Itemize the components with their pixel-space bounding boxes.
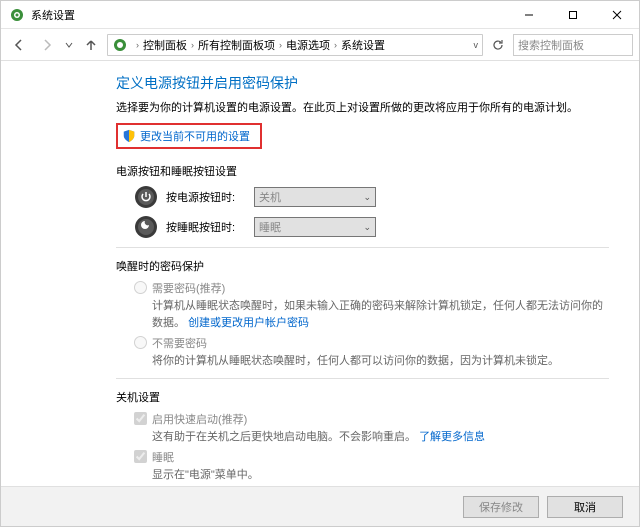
change-unavailable-settings-link[interactable]: 更改当前不可用的设置: [140, 128, 250, 144]
chevron-right-icon: ›: [191, 40, 194, 50]
app-icon: [9, 7, 25, 23]
power-button-row: 按电源按钮时: 关机 ⌄: [134, 185, 609, 209]
sleep-button-row: 按睡眠按钮时: 睡眠 ⌄: [134, 215, 609, 239]
forward-button[interactable]: [35, 33, 59, 57]
footer: 保存修改 取消: [1, 486, 639, 526]
sleep-icon: [134, 215, 158, 239]
back-button[interactable]: [7, 33, 31, 57]
sleep-subtext: 显示在"电源"菜单中。: [152, 467, 609, 484]
create-change-password-link[interactable]: 创建或更改用户帐户密码: [188, 317, 309, 329]
require-password-radio-row: 需要密码(推荐): [134, 280, 609, 296]
section-shutdown-title: 关机设置: [116, 389, 609, 405]
sleep-check-row: 睡眠: [134, 449, 609, 465]
close-button[interactable]: [595, 1, 639, 29]
sleep-checkbox: [134, 450, 147, 463]
search-input[interactable]: 搜索控制面板: [513, 34, 633, 56]
admin-link-highlight: 更改当前不可用的设置: [116, 123, 262, 149]
no-password-label: 不需要密码: [152, 335, 207, 351]
require-password-label: 需要密码(推荐): [152, 280, 225, 296]
power-button-value: 关机: [259, 189, 281, 205]
power-button-label: 按电源按钮时:: [166, 189, 246, 205]
breadcrumb-seg[interactable]: 系统设置: [341, 37, 385, 53]
sleep-button-dropdown: 睡眠 ⌄: [254, 217, 376, 237]
save-button: 保存修改: [463, 496, 539, 518]
chevron-right-icon: ›: [279, 40, 282, 50]
divider: [116, 247, 609, 248]
window-title: 系统设置: [31, 7, 507, 23]
fastboot-subtext: 这有助于在关机之后更快地启动电脑。不会影响重启。 了解更多信息: [152, 429, 609, 446]
require-password-subtext: 计算机从睡眠状态唤醒时，如果未输入正确的密码来解除计算机锁定，任何人都无法访问你…: [152, 298, 609, 331]
sleep-button-label: 按睡眠按钮时:: [166, 219, 246, 235]
require-password-radio: [134, 281, 147, 294]
window: 系统设置 › 控制面板 › 所有控制面板项 › 电源选项 › 系统设置 v 搜索…: [0, 0, 640, 527]
fastboot-checkbox: [134, 412, 147, 425]
breadcrumb-icon: [112, 37, 128, 53]
recent-dropdown-icon[interactable]: [63, 33, 75, 57]
navbar: › 控制面板 › 所有控制面板项 › 电源选项 › 系统设置 v 搜索控制面板: [1, 29, 639, 61]
fastboot-check-row: 启用快速启动(推荐): [134, 411, 609, 427]
breadcrumb-seg[interactable]: 所有控制面板项: [198, 37, 275, 53]
page-heading: 定义电源按钮并启用密码保护: [116, 73, 609, 93]
power-icon: [134, 185, 158, 209]
breadcrumb-seg[interactable]: 电源选项: [286, 37, 330, 53]
up-button[interactable]: [79, 33, 103, 57]
chevron-down-icon[interactable]: v: [474, 40, 479, 50]
section-buttons-title: 电源按钮和睡眠按钮设置: [116, 163, 609, 179]
shield-icon: [122, 129, 136, 143]
maximize-button[interactable]: [551, 1, 595, 29]
learn-more-link[interactable]: 了解更多信息: [419, 431, 485, 443]
content: 定义电源按钮并启用密码保护 选择要为你的计算机设置的电源设置。在此页上对设置所做…: [1, 61, 639, 486]
sleep-check-label: 睡眠: [152, 449, 174, 465]
breadcrumb[interactable]: › 控制面板 › 所有控制面板项 › 电源选项 › 系统设置 v: [107, 34, 483, 56]
refresh-button[interactable]: [487, 34, 509, 56]
chevron-right-icon: ›: [334, 40, 337, 50]
no-password-subtext: 将你的计算机从睡眠状态唤醒时，任何人都可以访问你的数据，因为计算机未锁定。: [152, 353, 609, 370]
titlebar: 系统设置: [1, 1, 639, 29]
page-description: 选择要为你的计算机设置的电源设置。在此页上对设置所做的更改将应用于你所有的电源计…: [116, 99, 609, 115]
section-password-title: 唤醒时的密码保护: [116, 258, 609, 274]
no-password-radio: [134, 336, 147, 349]
minimize-button[interactable]: [507, 1, 551, 29]
chevron-down-icon: ⌄: [363, 192, 371, 203]
window-controls: [507, 1, 639, 29]
chevron-down-icon: ⌄: [363, 222, 371, 233]
breadcrumb-seg[interactable]: 控制面板: [143, 37, 187, 53]
search-placeholder: 搜索控制面板: [518, 37, 584, 53]
cancel-button[interactable]: 取消: [547, 496, 623, 518]
power-button-dropdown: 关机 ⌄: [254, 187, 376, 207]
no-password-radio-row: 不需要密码: [134, 335, 609, 351]
sleep-button-value: 睡眠: [259, 219, 281, 235]
fastboot-label: 启用快速启动(推荐): [152, 411, 247, 427]
divider: [116, 378, 609, 379]
chevron-right-icon: ›: [136, 40, 139, 50]
